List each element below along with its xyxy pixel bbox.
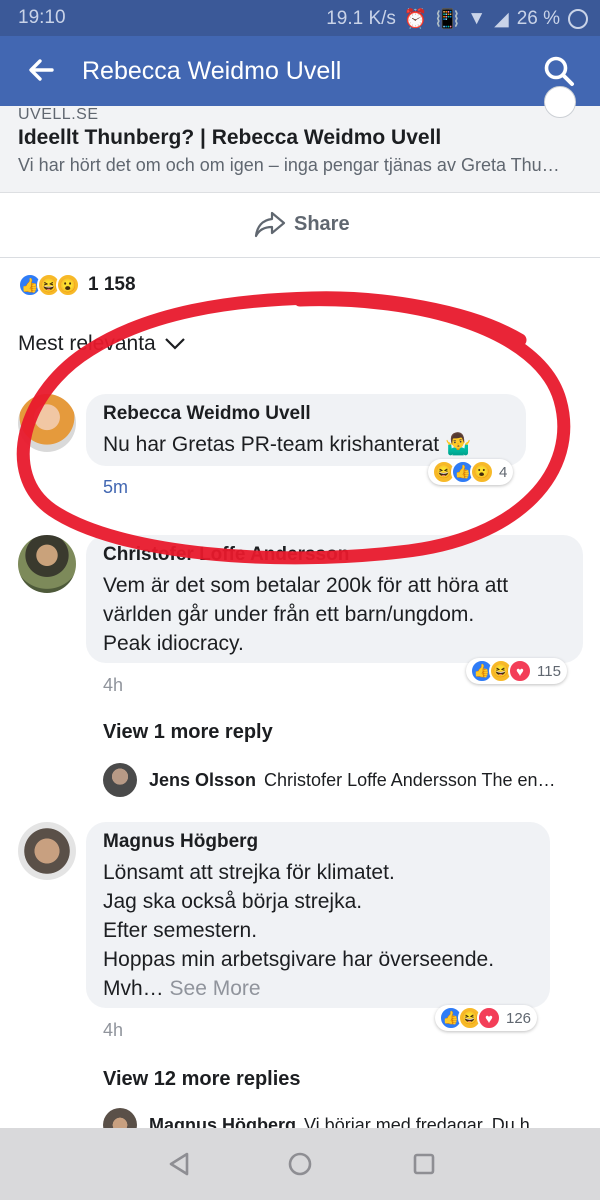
battery-level: 26 % <box>516 8 560 29</box>
status-icons: 19.1 K/s ⏰ 📳 ▼ ◢ 26 % <box>326 7 588 31</box>
status-time: 19:10 <box>18 7 66 28</box>
love-reaction-icon: ♥ <box>477 1006 501 1030</box>
link-options-icon[interactable] <box>544 86 576 118</box>
reaction-count: 1 158 <box>88 274 136 295</box>
share-label: Share <box>294 212 350 235</box>
chevron-down-icon <box>164 338 185 350</box>
comment-reactions[interactable]: 👍 😆 ♥ 115 <box>466 658 567 684</box>
comment-line: världen går under från ett barn/ungdom. <box>103 603 475 626</box>
comment-bubble: Christofer Loffe Andersson Vem är det so… <box>86 535 583 663</box>
link-headline[interactable]: Ideellt Thunberg? | Rebecca Weidmo Uvell <box>18 126 441 150</box>
comment-sort-dropdown[interactable]: Mest relevanta <box>18 332 186 356</box>
comment-author[interactable]: Christofer Loffe Andersson <box>103 544 349 566</box>
wow-reaction-icon: 😮 <box>470 460 494 484</box>
view-more-replies[interactable]: View 1 more reply <box>103 721 273 744</box>
app-bar: Rebecca Weidmo Uvell <box>0 36 600 106</box>
sort-label: Mest relevanta <box>18 332 156 355</box>
comment-reaction-count: 115 <box>537 662 561 680</box>
avatar[interactable] <box>18 394 76 452</box>
link-preview-card[interactable]: UVELL.SE Ideellt Thunberg? | Rebecca Wei… <box>0 86 600 193</box>
vibrate-icon: 📳 <box>435 9 460 30</box>
comment-bubble: Magnus Högberg Lönsamt att strejka för k… <box>86 822 550 1008</box>
network-speed: 19.1 K/s <box>326 8 396 29</box>
wow-reaction-icon: 😮 <box>56 273 80 297</box>
comment-line: Vem är det som betalar 200k för att höra… <box>103 574 509 597</box>
comment-reactions[interactable]: 😆 👍 😮 4 <box>428 459 514 485</box>
comment-reaction-count: 4 <box>499 463 508 481</box>
status-bar: 19:10 19.1 K/s ⏰ 📳 ▼ ◢ 26 % <box>0 0 600 36</box>
love-reaction-icon: ♥ <box>508 659 532 683</box>
comment-author[interactable]: Rebecca Weidmo Uvell <box>103 403 311 425</box>
reply-author: Jens Olsson <box>149 769 257 790</box>
comment-line: Jag ska också börja strejka. <box>103 890 363 913</box>
comment-text: Vem är det som betalar 200k för att höra… <box>103 571 508 658</box>
system-navigation-bar <box>0 1128 600 1200</box>
share-icon <box>254 211 286 238</box>
comment-text: Lönsamt att strejka för klimatet. Jag sk… <box>103 858 494 1003</box>
comment-time: 4h <box>103 675 124 695</box>
share-button[interactable]: Share <box>254 210 350 238</box>
comment-line-last: Mvh… See More <box>103 974 494 1003</box>
comment-reaction-count: 126 <box>506 1009 532 1027</box>
alarm-icon: ⏰ <box>403 9 428 30</box>
wifi-icon: ▼ <box>467 8 487 29</box>
comment-line: Lönsamt att strejka för klimatet. <box>103 861 395 884</box>
page-title: Rebecca Weidmo Uvell <box>82 57 342 85</box>
comment-line: Hoppas min arbetsgivare har överseende. <box>103 948 495 971</box>
link-description: Vi har hört det om och om igen – inga pe… <box>18 155 560 175</box>
comment-bubble: Rebecca Weidmo Uvell Nu har Gretas PR-te… <box>86 394 526 466</box>
back-triangle-icon[interactable] <box>165 1150 193 1178</box>
battery-icon <box>568 9 588 29</box>
back-arrow-icon[interactable] <box>26 55 56 85</box>
link-domain: UVELL.SE <box>18 106 99 123</box>
see-more-link[interactable]: See More <box>170 977 261 1000</box>
comment-line: Efter semestern. <box>103 919 258 942</box>
comment-time: 4h <box>103 1020 124 1040</box>
comment-reactions[interactable]: 👍 😆 ♥ 126 <box>435 1005 538 1031</box>
signal-icon: ◢ <box>494 8 509 30</box>
avatar[interactable] <box>18 535 76 593</box>
reply-text: Christofer Loffe Andersson The en… <box>264 769 556 790</box>
comment-text: Nu har Gretas PR-team krishanterat 🤷‍♂️ <box>103 433 472 456</box>
avatar[interactable] <box>18 822 76 880</box>
reactions-summary[interactable]: 👍 😆 😮 1 158 <box>18 273 136 297</box>
search-icon[interactable] <box>542 54 576 88</box>
comment-line: Peak idiocracy. <box>103 632 244 655</box>
home-circle-icon[interactable] <box>286 1150 314 1178</box>
share-row: Share <box>0 193 600 258</box>
comment-truncated-text: Mvh… <box>103 977 164 1000</box>
recents-square-icon[interactable] <box>410 1150 438 1178</box>
comment-time: 5m <box>103 477 129 497</box>
avatar <box>103 763 137 797</box>
comment-author[interactable]: Magnus Högberg <box>103 831 258 853</box>
view-more-replies[interactable]: View 12 more replies <box>103 1068 301 1091</box>
reply-preview[interactable]: Jens Olsson Christofer Loffe Andersson T… <box>103 763 556 797</box>
